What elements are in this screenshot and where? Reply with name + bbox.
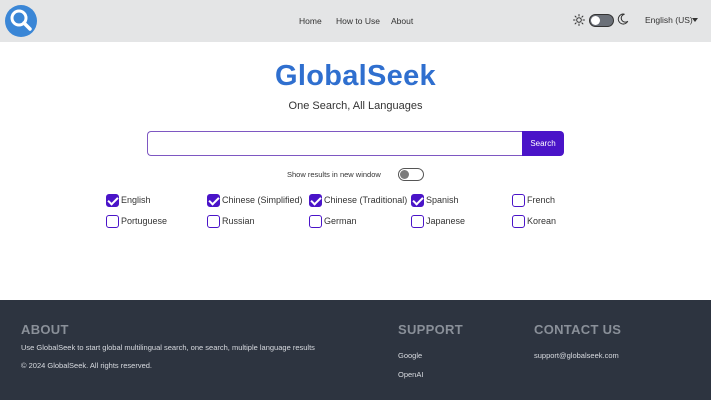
language-option-spanish[interactable]: Spanish [411, 193, 459, 207]
language-label: Japanese [426, 216, 466, 226]
language-label: English [121, 195, 151, 205]
language-checkbox[interactable] [512, 193, 525, 207]
theme-toggle-knob [591, 16, 600, 25]
language-label: German [324, 216, 357, 226]
chevron-down-icon[interactable] [692, 18, 698, 22]
new-window-label: Show results in new window [287, 170, 381, 179]
footer-about-heading: ABOUT [21, 322, 69, 337]
language-label: Spanish [426, 195, 459, 205]
language-option-chinese-simplified[interactable]: Chinese (Simplified) [207, 193, 303, 207]
language-label: Portuguese [121, 216, 168, 226]
logo[interactable] [5, 5, 37, 37]
moon-icon [617, 13, 629, 25]
language-checkbox[interactable] [411, 214, 424, 228]
footer-support-heading: SUPPORT [398, 322, 463, 337]
language-option-korean[interactable]: Korean [512, 214, 556, 228]
footer-link-openai[interactable]: OpenAI [398, 370, 423, 379]
nav-how-to-use[interactable]: How to Use [336, 16, 380, 26]
tagline: One Search, All Languages [288, 100, 423, 112]
language-option-russian[interactable]: Russian [207, 214, 255, 228]
language-checkbox[interactable] [309, 193, 322, 207]
brand-title: GlobalSeek [275, 60, 436, 92]
footer-copyright: © 2024 GlobalSeek. All rights reserved. [21, 361, 153, 370]
language-checkbox[interactable] [309, 214, 322, 228]
magnifier-icon [10, 9, 32, 31]
footer-link-google[interactable]: Google [398, 351, 422, 360]
language-option-english[interactable]: English [106, 193, 151, 207]
language-label: Korean [527, 216, 557, 226]
language-checkbox[interactable] [106, 193, 119, 207]
language-label: Chinese (Simplified) [222, 195, 303, 205]
top-nav-bar: Home How to Use About English (US) [0, 0, 711, 42]
language-option-portuguese[interactable]: Portuguese [106, 214, 167, 228]
footer-contact-email[interactable]: support@globalseek.com [534, 351, 619, 360]
language-checkbox[interactable] [207, 214, 220, 228]
new-window-toggle[interactable] [398, 168, 424, 181]
language-option-german[interactable]: German [309, 214, 357, 228]
language-checkbox[interactable] [106, 214, 119, 228]
language-checkbox[interactable] [411, 193, 424, 207]
search-button[interactable]: Search [522, 131, 564, 156]
language-option-chinese-traditional[interactable]: Chinese (Traditional) [309, 193, 407, 207]
footer-contact-heading: CONTACT US [534, 322, 622, 337]
theme-toggle[interactable] [589, 14, 614, 27]
language-selector[interactable]: English (US) [645, 15, 693, 25]
language-label: Chinese (Traditional) [324, 195, 408, 205]
language-option-japanese[interactable]: Japanese [411, 214, 465, 228]
footer-about-text: Use GlobalSeek to start global multiling… [21, 343, 315, 352]
sun-icon [573, 14, 585, 26]
language-checkbox[interactable] [207, 193, 220, 207]
new-window-toggle-knob [400, 170, 409, 179]
nav-about[interactable]: About [391, 16, 413, 26]
nav-home[interactable]: Home [299, 16, 322, 26]
language-label: Russian [222, 216, 255, 226]
search-input[interactable] [147, 131, 523, 156]
footer: ABOUT Use GlobalSeek to start global mul… [0, 300, 711, 400]
language-checkbox[interactable] [512, 214, 525, 228]
language-label: French [527, 195, 556, 205]
language-option-french[interactable]: French [512, 193, 555, 207]
